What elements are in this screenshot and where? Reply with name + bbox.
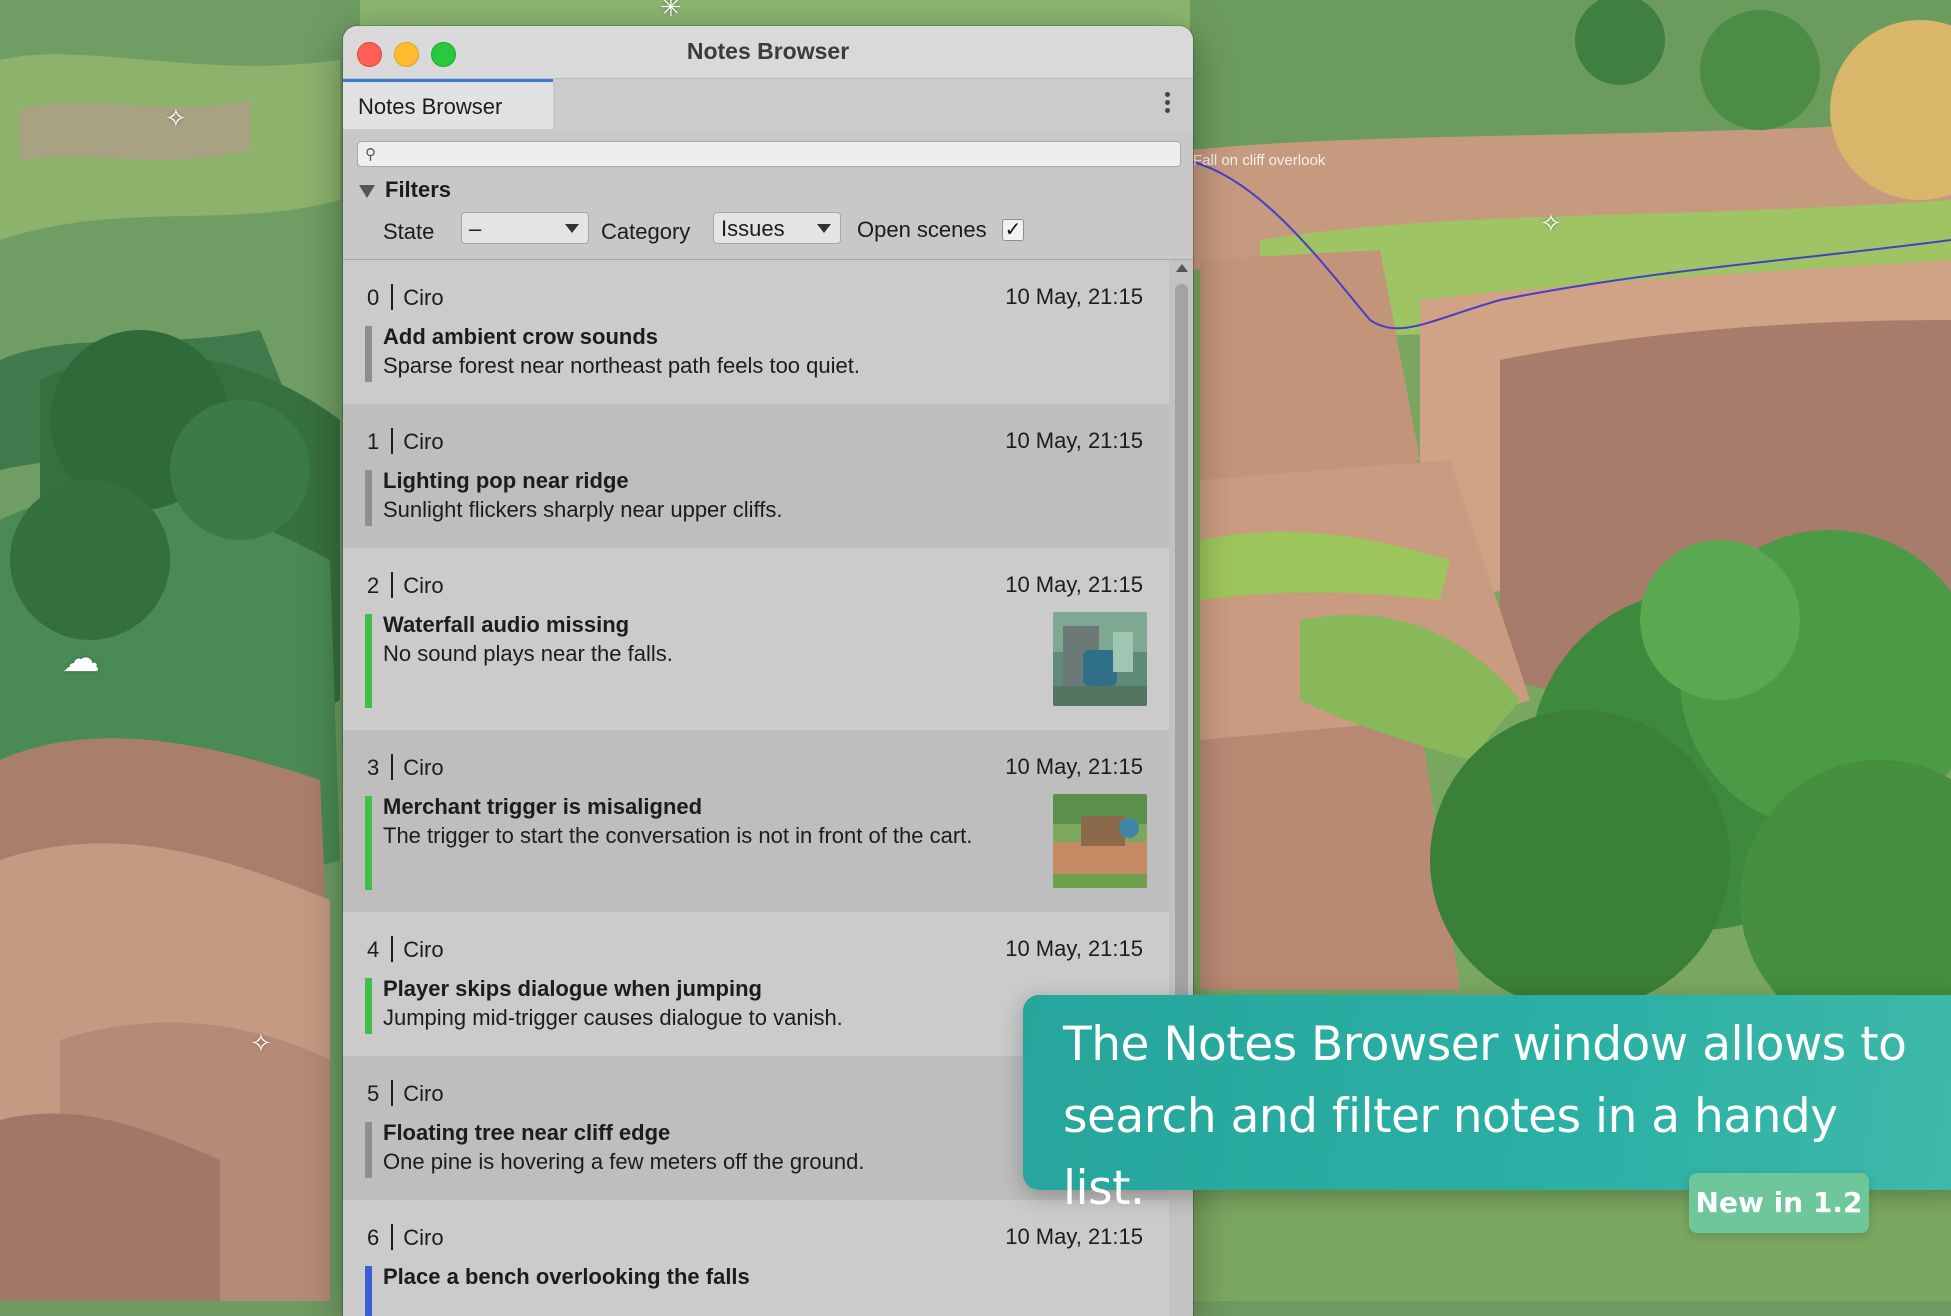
filters-heading: Filters	[385, 177, 452, 202]
separator	[391, 1224, 394, 1250]
note-title: Add ambient crow sounds	[383, 324, 659, 349]
chevron-down-icon	[817, 224, 831, 233]
note-description: No sound plays near the falls.	[383, 641, 673, 666]
category-value: Issues	[721, 216, 785, 241]
note-index: 4	[367, 937, 380, 962]
note-author: Ciro	[403, 573, 444, 598]
note-description: One pine is hovering a few meters off th…	[383, 1149, 865, 1174]
separator	[391, 754, 394, 780]
note-title: Place a bench overlooking the falls	[383, 1264, 750, 1289]
note-title: Merchant trigger is misaligned	[383, 794, 703, 819]
note-description: Sparse forest near northeast path feels …	[383, 353, 860, 378]
state-value: –	[469, 216, 482, 241]
note-description: Sunlight flickers sharply near upper cli…	[383, 497, 783, 522]
note-date: 10 May, 21:15	[1005, 428, 1143, 453]
note-author: Ciro	[403, 755, 444, 780]
note-author: Ciro	[403, 937, 444, 962]
list-item[interactable]: 6 Ciro 10 May, 21:15 Place a bench overlo…	[343, 1200, 1169, 1316]
note-header: 1 Ciro	[367, 428, 444, 455]
banner-line-1: The Notes Browser window allows to	[1063, 1017, 1907, 1072]
note-screenshot-thumbnail[interactable]	[1053, 612, 1147, 706]
search-input[interactable]: ⚲	[357, 141, 1181, 167]
light-gizmo-icon[interactable]: ✧	[1540, 210, 1562, 236]
search-icon: ⚲	[365, 146, 376, 163]
status-bar	[365, 1266, 372, 1316]
light-gizmo-icon[interactable]: ✧	[250, 1030, 272, 1056]
note-author: Ciro	[403, 1225, 444, 1250]
note-date: 10 May, 21:15	[1005, 936, 1143, 961]
status-bar	[365, 1122, 372, 1178]
separator	[391, 936, 394, 962]
note-index: 5	[367, 1081, 380, 1106]
note-description: Jumping mid-trigger causes dialogue to v…	[383, 1005, 843, 1030]
note-index: 3	[367, 755, 380, 780]
note-index: 0	[367, 285, 380, 310]
scroll-thumb[interactable]	[1175, 284, 1188, 1004]
open-scenes-label: Open scenes	[857, 217, 987, 242]
note-header: 0 Ciro	[367, 284, 444, 311]
tab-bar: Notes Browser	[343, 79, 1193, 131]
note-title: Lighting pop near ridge	[383, 468, 629, 493]
filter-row: State – Category Issues Open scenes ✓	[357, 205, 1181, 257]
category-label: Category	[601, 219, 691, 244]
note-header: 4 Ciro	[367, 936, 444, 963]
scroll-up-arrow-icon[interactable]	[1176, 264, 1188, 272]
sun-gizmo-icon[interactable]: ✳	[660, 0, 682, 20]
more-options-icon[interactable]	[1163, 89, 1171, 116]
note-date: 10 May, 21:15	[1005, 1224, 1143, 1249]
list-item[interactable]: 1 Ciro 10 May, 21:15 Lighting pop near ri…	[343, 404, 1169, 548]
chevron-down-icon	[565, 224, 579, 233]
note-date: 10 May, 21:15	[1005, 284, 1143, 309]
status-bar	[365, 978, 372, 1034]
list-item[interactable]: 0 Ciro 10 May, 21:15 Add ambient crow sou…	[343, 260, 1169, 404]
list-item[interactable]: 2 Ciro 10 May, 21:15 Waterfall audio miss…	[343, 548, 1169, 730]
note-index: 6	[367, 1225, 380, 1250]
note-title: Waterfall audio missing	[383, 612, 630, 637]
toolbar: ⚲ Filters State – Category Issues Open s…	[343, 131, 1193, 257]
list-item[interactable]: 3 Ciro 10 May, 21:15 Merchant trigger is …	[343, 730, 1169, 912]
promo-banner: The Notes Browser window allows to searc…	[1023, 995, 1951, 1216]
light-gizmo-icon[interactable]: ✧	[165, 105, 187, 131]
note-author: Ciro	[403, 285, 444, 310]
status-bar	[365, 796, 372, 890]
note-date: 10 May, 21:15	[1005, 572, 1143, 597]
note-date: 10 May, 21:15	[1005, 754, 1143, 779]
title-bar[interactable]: Notes Browser	[343, 26, 1193, 79]
state-dropdown[interactable]: –	[461, 212, 589, 244]
note-header: 6 Ciro	[367, 1224, 444, 1251]
state-label: State	[383, 219, 435, 244]
status-bar	[365, 614, 372, 708]
note-index: 1	[367, 429, 380, 454]
status-bar	[365, 326, 372, 382]
window-title: Notes Browser	[686, 38, 850, 64]
foldout-triangle-icon[interactable]	[359, 185, 375, 198]
note-author: Ciro	[403, 1081, 444, 1106]
separator	[391, 284, 394, 310]
separator	[391, 572, 394, 598]
version-badge: New in 1.2	[1689, 1173, 1869, 1233]
separator	[391, 1080, 394, 1106]
note-description: The trigger to start the conversation is…	[383, 823, 973, 848]
camera-gizmo-icon[interactable]: ☁	[62, 640, 100, 678]
note-header: 2 Ciro	[367, 572, 444, 599]
note-index: 2	[367, 573, 380, 598]
note-title: Floating tree near cliff edge	[383, 1120, 671, 1145]
note-title: Player skips dialogue when jumping	[383, 976, 762, 1001]
note-header: 5 Ciro	[367, 1080, 444, 1107]
note-screenshot-thumbnail[interactable]	[1053, 794, 1147, 888]
category-dropdown[interactable]: Issues	[713, 212, 841, 244]
tab-notes-browser[interactable]: Notes Browser	[343, 79, 553, 129]
separator	[391, 428, 394, 454]
status-bar	[365, 470, 372, 526]
filters-foldout[interactable]: Filters	[357, 177, 1181, 205]
path-label: Fall on cliff overlook	[1193, 152, 1326, 169]
open-scenes-checkbox[interactable]: ✓	[1002, 219, 1024, 241]
note-author: Ciro	[403, 429, 444, 454]
note-header: 3 Ciro	[367, 754, 444, 781]
